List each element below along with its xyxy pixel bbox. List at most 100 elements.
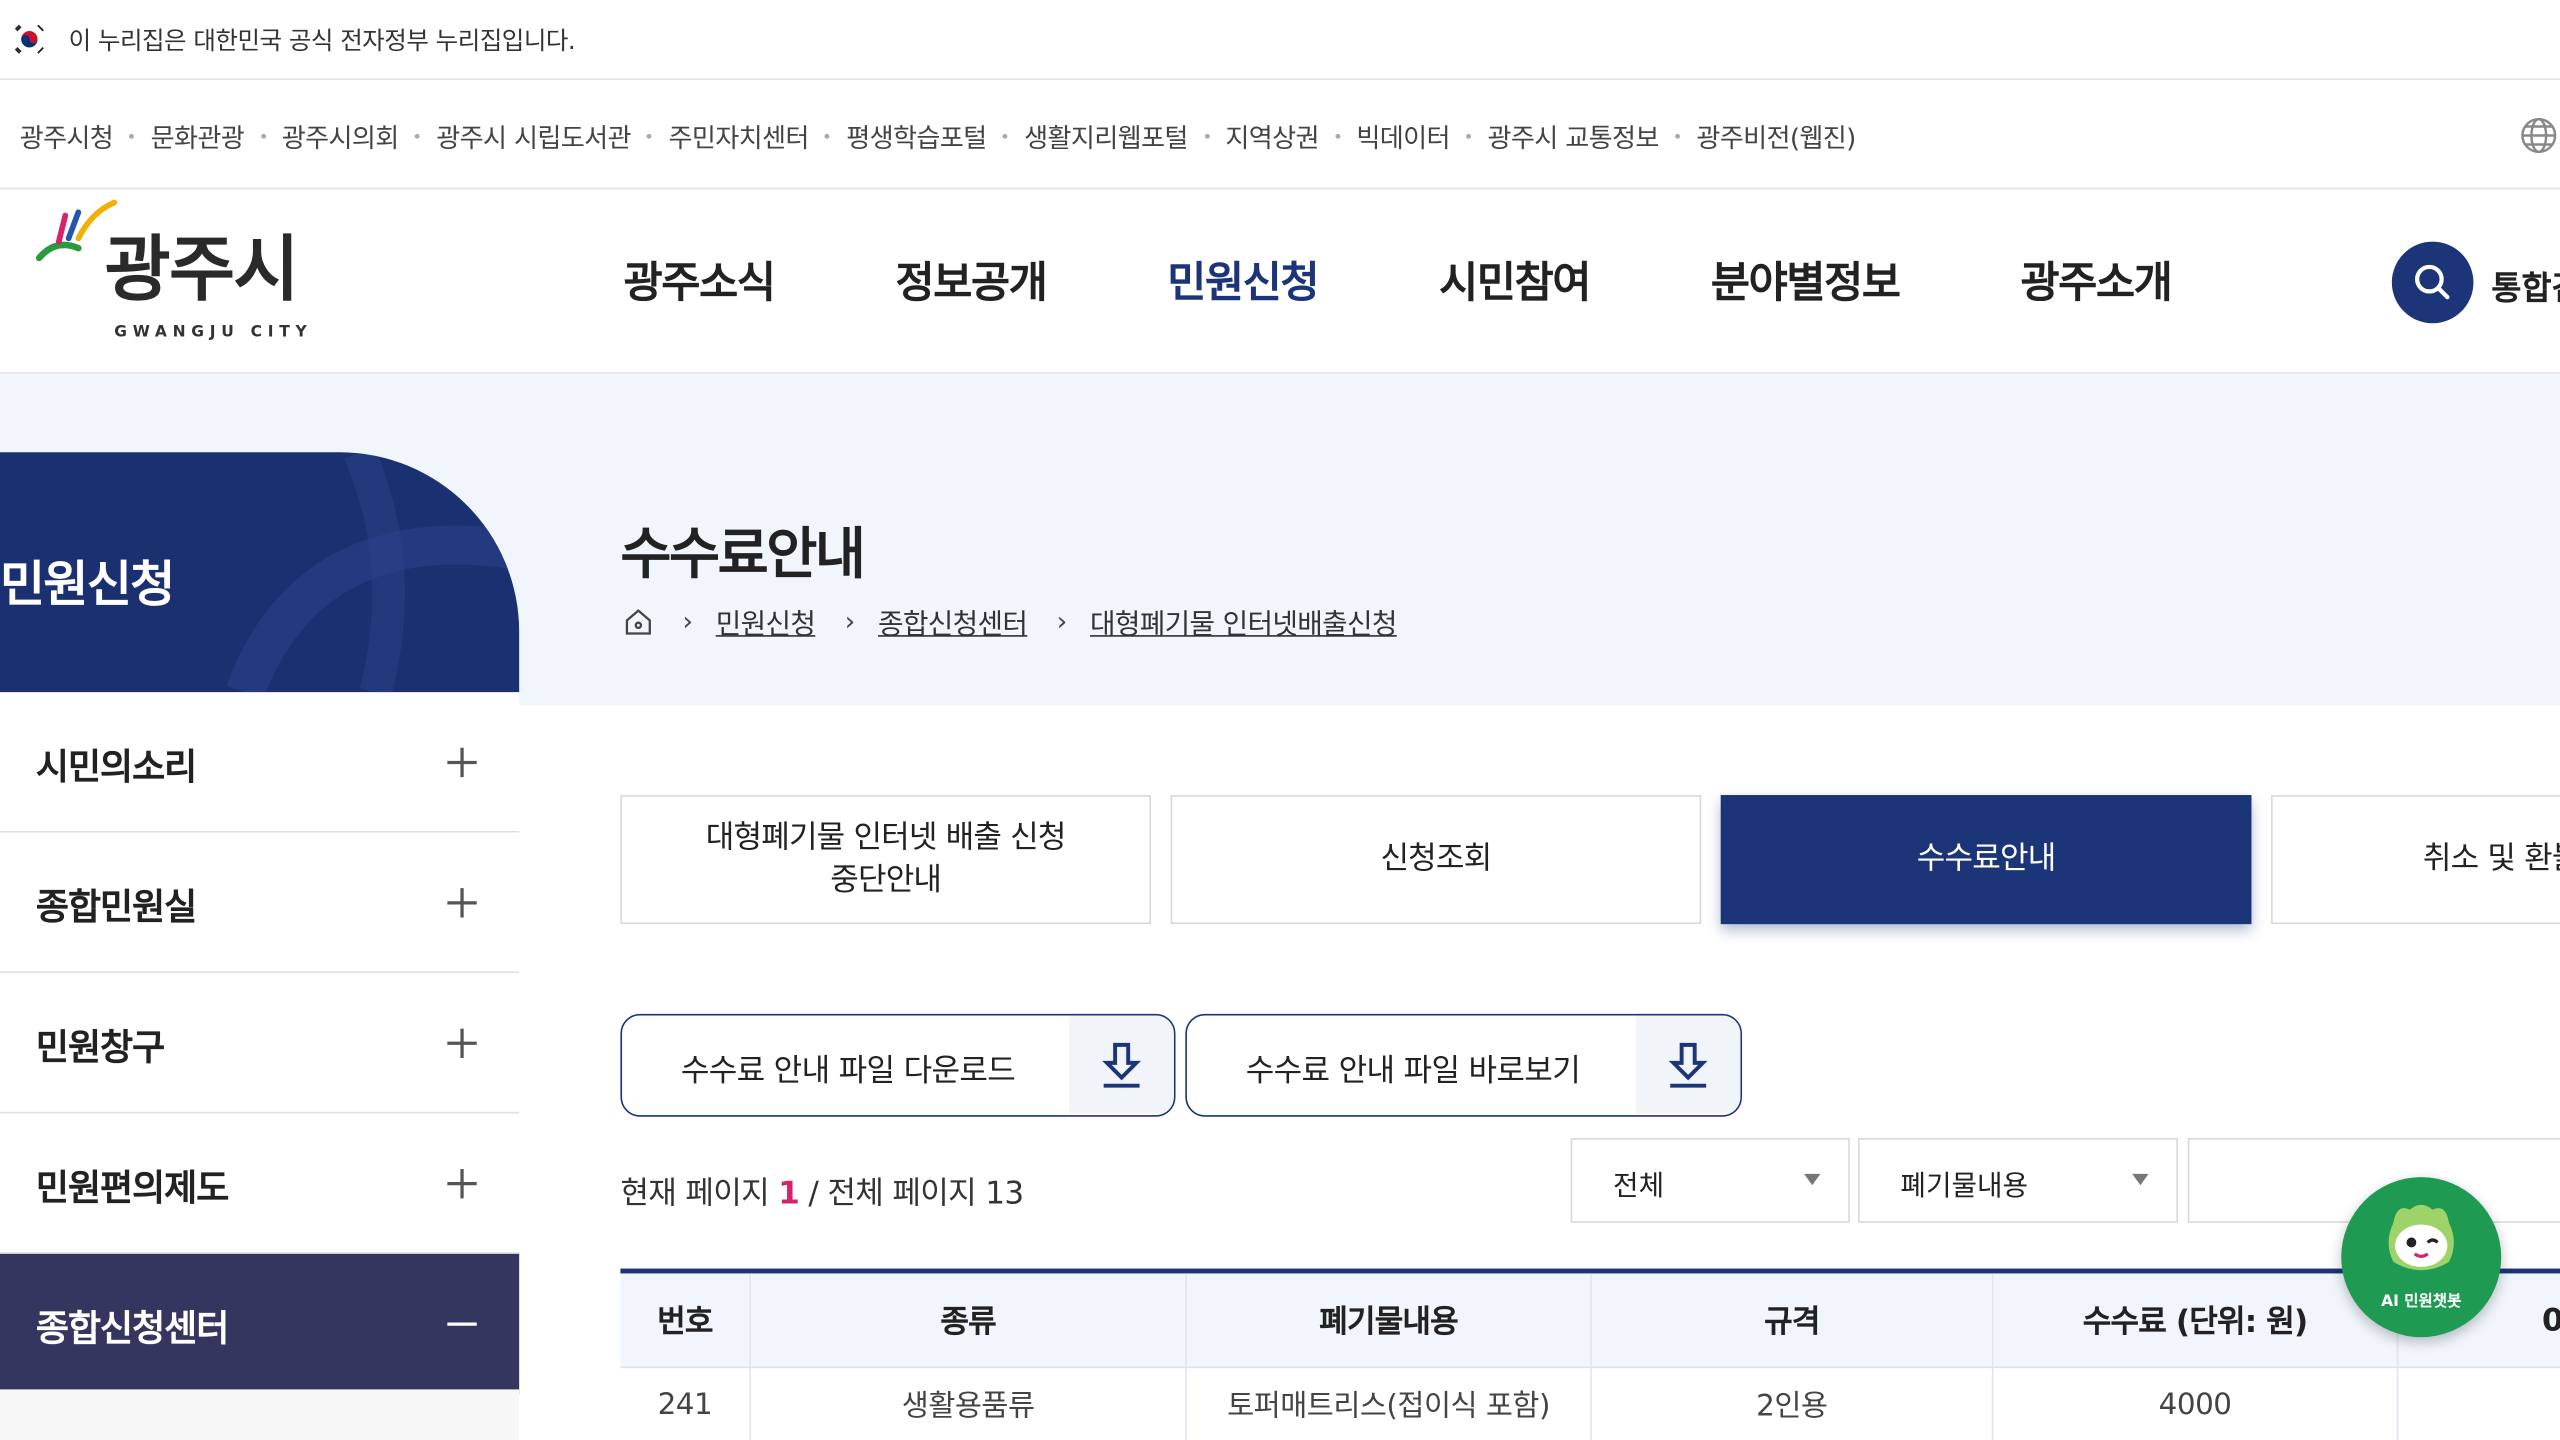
- field-select[interactable]: 폐기물내용: [1857, 1137, 2178, 1223]
- download-button-label: 수수료 안내 파일 다운로드: [680, 1053, 1016, 1089]
- side-menu-submenu-area: [0, 1389, 520, 1440]
- site-link-item[interactable]: 문화관광: [113, 116, 245, 155]
- plus-icon[interactable]: [444, 1166, 480, 1202]
- gnb-about-gwangju[interactable]: 광주소개: [2020, 250, 2172, 310]
- ai-chatbot-button[interactable]: AI 민원챗봇: [2341, 1177, 2502, 1338]
- site-link-label: 주민자치센터: [668, 122, 809, 154]
- site-link-item[interactable]: 광주시 교통정보: [1450, 116, 1659, 155]
- side-menu-citizen-voice[interactable]: 시민의소리: [0, 692, 520, 833]
- site-link-label: 지역상권: [1225, 122, 1319, 154]
- site-link-item[interactable]: 주민자치센터: [631, 116, 809, 155]
- tab-label: 취소 및 환불: [2422, 840, 2560, 877]
- site-link-label: 문화관광: [150, 122, 245, 154]
- chevron-right-icon: ›: [1056, 605, 1068, 637]
- link-separator: [129, 133, 135, 138]
- site-links-bar: 광주시청 문화관광 광주시의회 광주시 시립도서관 주민자치센터 평생학습포털 생활지리웹포…: [0, 81, 2560, 190]
- link-separator: [1466, 133, 1472, 138]
- site-link-item[interactable]: 광주시청: [20, 116, 114, 155]
- site-link-label: 광주시의회: [281, 122, 400, 154]
- total-pages: 13: [985, 1175, 1024, 1212]
- site-link-label: 광주비전(웹진): [1696, 122, 1856, 154]
- content-tabs: 대형폐기물 인터넷 배출 신청 중단안내 신청조회 수수료안내 취소 및 환불: [620, 795, 2560, 925]
- side-menu-general-civil[interactable]: 종합민원실: [0, 832, 520, 974]
- logo-subtext: GWANGJU CITY: [114, 323, 313, 342]
- site-link-label: 생활지리웹포털: [1024, 122, 1188, 154]
- gnb-news[interactable]: 광주소식: [624, 250, 776, 310]
- site-link-item[interactable]: 광주시 시립도서관: [399, 116, 632, 155]
- chatbot-label: AI 민원챗봇: [2381, 1293, 2462, 1312]
- page-title: 수수료안내: [620, 522, 866, 588]
- site-logo[interactable]: 광주시 GWANGJU CITY: [35, 199, 314, 346]
- tab-suspension-notice[interactable]: 대형폐기물 인터넷 배출 신청 중단안내: [620, 795, 1152, 925]
- header-waste-content: 폐기물내용: [1187, 1273, 1592, 1367]
- breadcrumb-large-waste[interactable]: 대형폐기물 인터넷배출신청: [1090, 601, 1397, 642]
- plus-icon[interactable]: [444, 744, 480, 780]
- minus-icon[interactable]: [444, 1306, 480, 1342]
- site-link-label: 광주시청: [19, 122, 114, 154]
- tab-fee-guide[interactable]: 수수료안내: [1720, 795, 2252, 925]
- site-link-item[interactable]: 광주시의회: [244, 116, 400, 155]
- category-select-value: 전체: [1613, 1170, 1665, 1204]
- site-link-item[interactable]: 평생학습포털: [809, 116, 987, 155]
- link-separator: [260, 133, 266, 138]
- cell-spec: 2인용: [1592, 1368, 1994, 1440]
- tab-application-inquiry[interactable]: 신청조회: [1170, 795, 1702, 925]
- search-icon: [2415, 264, 2450, 300]
- gnb-citizen-participation[interactable]: 시민참여: [1439, 250, 1591, 310]
- category-select[interactable]: 전체: [1570, 1137, 1850, 1223]
- gnb-field-info[interactable]: 분야별정보: [1711, 250, 1901, 310]
- gnb-info-disclosure[interactable]: 정보공개: [895, 250, 1047, 310]
- download-icon: [1102, 1042, 1142, 1088]
- search-button[interactable]: [2391, 241, 2474, 324]
- plus-icon[interactable]: [444, 885, 480, 921]
- site-link-item[interactable]: 지역상권: [1188, 116, 1320, 155]
- field-select-value: 폐기물내용: [1900, 1170, 2029, 1204]
- site-link-item[interactable]: 생활지리웹포털: [987, 116, 1188, 155]
- site-link-item[interactable]: 빅데이터: [1319, 116, 1451, 155]
- tab-cancel-refund[interactable]: 취소 및 환불: [2271, 795, 2560, 925]
- side-menu-label: 종합신청센터: [35, 1309, 229, 1351]
- header-spec: 규격: [1592, 1273, 1994, 1367]
- side-menu-civil-window[interactable]: 민원창구: [0, 973, 520, 1114]
- chatbot-mascot-icon: [2388, 1204, 2454, 1271]
- korea-flag-icon: [14, 24, 44, 54]
- tab-label: 대형폐기물 인터넷 배출 신청 중단안내: [705, 819, 1067, 898]
- link-separator: [1335, 133, 1341, 138]
- table-row[interactable]: 241 생활용품류 토퍼매트리스(접이식 포함) 2인용 4000: [620, 1368, 2560, 1440]
- side-menu: 시민의소리 종합민원실 민원창구 민원편의제도 종합신청센터: [0, 692, 520, 1395]
- breadcrumb-civil-application[interactable]: 민원신청: [716, 601, 816, 642]
- site-link-item[interactable]: 광주비전(웹진): [1659, 116, 1856, 155]
- logo-text: 광주시: [104, 228, 299, 312]
- site-link-label: 빅데이터: [1356, 122, 1450, 154]
- link-separator: [825, 133, 830, 138]
- fee-file-download-button[interactable]: 수수료 안내 파일 다운로드: [620, 1013, 1176, 1117]
- link-separator: [1675, 133, 1681, 138]
- page-info-middle: / 전체 페이지: [808, 1175, 977, 1212]
- cell-number: 241: [620, 1368, 752, 1440]
- side-menu-application-center[interactable]: 종합신청센터: [0, 1253, 520, 1395]
- cell-extra: [2398, 1368, 2560, 1440]
- gnb-civil-application[interactable]: 민원신청: [1167, 250, 1319, 310]
- link-separator: [1002, 133, 1008, 138]
- home-icon[interactable]: [624, 607, 653, 636]
- tab-label: 수수료안내: [1916, 840, 2056, 877]
- globe-icon[interactable]: [2519, 116, 2558, 155]
- page-info: 현재 페이지 1 / 전체 페이지 13: [620, 1169, 1024, 1213]
- side-menu-label: 종합민원실: [35, 888, 197, 929]
- fee-file-view-button[interactable]: 수수료 안내 파일 바로보기: [1185, 1013, 1743, 1117]
- current-page: 1: [778, 1175, 800, 1212]
- side-menu-convenience-system[interactable]: 민원편의제도: [0, 1113, 520, 1254]
- dropdown-arrow-icon: [2132, 1173, 2149, 1186]
- plus-icon[interactable]: [444, 1025, 480, 1061]
- dropdown-arrow-icon: [1804, 1173, 1821, 1186]
- header-number: 번호: [620, 1273, 752, 1367]
- header-type: 종류: [751, 1273, 1187, 1367]
- search-label[interactable]: 통합검색: [2491, 261, 2560, 308]
- cell-type: 생활용품류: [751, 1368, 1187, 1440]
- table-header: 번호 종류 폐기물내용 규격 수수료 (단위: 원) 0: [620, 1273, 2560, 1369]
- download-icon: [1668, 1042, 1708, 1088]
- main-nav: 광주소식 정보공개 민원신청 시민참여 분야별정보 광주소개: [624, 250, 2173, 310]
- site-link-label: 광주시 시립도서관: [436, 122, 631, 154]
- breadcrumb-application-center[interactable]: 종합신청센터: [878, 601, 1028, 642]
- link-separator: [414, 133, 420, 138]
